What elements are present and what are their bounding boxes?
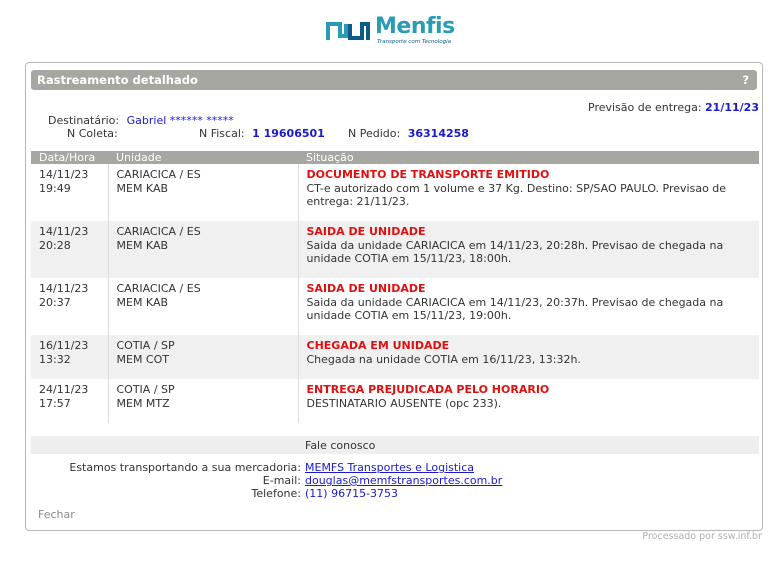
row-unit-city: CARIACICA / ES	[116, 282, 201, 295]
collect-label: N Coleta:	[67, 127, 118, 140]
processed-by-footer: Processado por ssw.inf.br	[642, 531, 762, 542]
column-header-datetime: Data/Hora	[31, 151, 108, 164]
recipient-label: Destinatário:	[48, 114, 120, 127]
row-date: 16/11/23	[39, 339, 89, 352]
carrier-link[interactable]: MEMFS Transportes e Logistica	[305, 461, 474, 474]
table-row: 14/11/23 20:28 CARIACICA / ES MEM KAB SA…	[31, 221, 759, 278]
datetime-cell: 24/11/23 17:57	[31, 379, 108, 423]
datetime-cell: 16/11/23 13:32	[31, 335, 108, 379]
row-status-detail: DESTINATARIO AUSENTE (opc 233).	[306, 396, 502, 410]
close-link[interactable]: Fechar	[38, 508, 75, 521]
row-status-detail: Saida da unidade CARIACICA em 14/11/23, …	[306, 238, 724, 266]
row-unit-code: MEM COT	[116, 352, 170, 366]
invoice-label: N Fiscal:	[199, 127, 245, 140]
datetime-cell: 14/11/23 20:28	[31, 221, 108, 278]
row-date: 24/11/23	[39, 383, 89, 396]
row-time: 20:37	[39, 295, 71, 309]
invoice-value: 1 19606501	[252, 127, 325, 140]
collect-row: N Coleta:	[67, 127, 118, 140]
row-status: SAIDA DE UNIDADE	[306, 225, 426, 238]
datetime-cell: 14/11/23 19:49	[31, 164, 108, 221]
contact-heading-band: Fale conosco	[31, 436, 759, 454]
row-date: 14/11/23	[39, 225, 89, 238]
row-date: 14/11/23	[39, 168, 89, 181]
row-time: 19:49	[39, 181, 71, 195]
column-header-unit: Unidade	[108, 151, 298, 164]
table-row: 24/11/23 17:57 COTIA / SP MEM MTZ ENTREG…	[31, 379, 759, 423]
unit-cell: CARIACICA / ES MEM KAB	[107, 221, 298, 278]
carrier-row: Estamos transportando a sua mercadoria: …	[31, 461, 759, 474]
row-status-detail: CT-e autorizado com 1 volume e 37 Kg. De…	[306, 181, 727, 209]
table-header-row: Data/Hora Unidade Situação	[31, 151, 759, 164]
status-cell: DOCUMENTO DE TRANSPORTE EMITIDO CT-e aut…	[297, 164, 759, 221]
status-cell: CHEGADA EM UNIDADE Chegada na unidade CO…	[297, 335, 759, 379]
row-status: DOCUMENTO DE TRANSPORTE EMITIDO	[306, 168, 550, 181]
status-cell: SAIDA DE UNIDADE Saida da unidade CARIAC…	[297, 278, 759, 335]
delivery-forecast-label: Previsão de entrega:	[588, 101, 702, 114]
table-row: 16/11/23 13:32 COTIA / SP MEM COT CHEGAD…	[31, 335, 759, 379]
unit-cell: CARIACICA / ES MEM KAB	[107, 278, 298, 335]
row-unit-code: MEM MTZ	[116, 396, 170, 410]
recipient-value: Gabriel ****** *****	[126, 114, 234, 127]
carrier-label: Estamos transportando a sua mercadoria:	[69, 461, 301, 474]
recipient-row: Destinatário: Gabriel ****** *****	[48, 114, 234, 127]
email-link[interactable]: douglas@memfstransportes.com.br	[305, 474, 502, 487]
email-label: E-mail:	[262, 474, 301, 487]
row-status: CHEGADA EM UNIDADE	[306, 339, 450, 352]
unit-cell: COTIA / SP MEM COT	[107, 335, 298, 379]
order-value: 36314258	[407, 127, 469, 140]
unit-cell: CARIACICA / ES MEM KAB	[107, 164, 298, 221]
unit-cell: COTIA / SP MEM MTZ	[107, 379, 298, 423]
phone-label: Telefone:	[251, 487, 302, 500]
menfis-logo-icon	[326, 22, 370, 40]
logo-tagline: Transporte com Tecnologia	[377, 39, 452, 45]
delivery-forecast: Previsão de entrega: 21/11/23	[588, 101, 759, 114]
row-unit-code: MEM KAB	[116, 295, 169, 309]
tracking-panel: Rastreamento detalhado ? Previsão de ent…	[25, 62, 763, 531]
contact-heading: Fale conosco	[305, 439, 376, 452]
row-unit-code: MEM KAB	[116, 238, 169, 252]
panel-header: Rastreamento detalhado ?	[31, 70, 757, 90]
row-time: 13:32	[39, 352, 71, 366]
row-date: 14/11/23	[39, 282, 89, 295]
row-time: 17:57	[39, 396, 71, 410]
logo-wordmark: Menfis	[375, 14, 455, 39]
row-unit-city: CARIACICA / ES	[116, 225, 201, 238]
company-logo: Menfis Transporte com Tecnologia	[325, 14, 465, 49]
column-header-status: Situação	[298, 151, 759, 164]
status-cell: SAIDA DE UNIDADE Saida da unidade CARIAC…	[297, 221, 759, 278]
status-cell: ENTREGA PREJUDICADA PELO HORARIO DESTINA…	[297, 379, 759, 423]
phone-row: Telefone: (11) 96715-3753	[31, 487, 759, 500]
table-row: 14/11/23 20:37 CARIACICA / ES MEM KAB SA…	[31, 278, 759, 335]
datetime-cell: 14/11/23 20:37	[31, 278, 108, 335]
row-unit-city: CARIACICA / ES	[116, 168, 201, 181]
row-status: ENTREGA PREJUDICADA PELO HORARIO	[306, 383, 550, 396]
panel-title: Rastreamento detalhado	[37, 73, 198, 87]
delivery-forecast-value: 21/11/23	[705, 101, 759, 114]
order-row: N Pedido: 36314258	[348, 127, 469, 140]
row-status: SAIDA DE UNIDADE	[306, 282, 426, 295]
row-unit-code: MEM KAB	[116, 181, 169, 195]
row-status-detail: Saida da unidade CARIACICA em 14/11/23, …	[306, 295, 724, 323]
invoice-row: N Fiscal: 1 19606501	[199, 127, 325, 140]
help-button[interactable]: ?	[742, 73, 749, 87]
table-row: 14/11/23 19:49 CARIACICA / ES MEM KAB DO…	[31, 164, 759, 221]
tracking-table: Data/Hora Unidade Situação 14/11/23 19:4…	[31, 151, 759, 423]
email-row: E-mail: douglas@memfstransportes.com.br	[31, 474, 759, 487]
row-unit-city: COTIA / SP	[116, 339, 175, 352]
phone-value: (11) 96715-3753	[305, 487, 399, 500]
order-label: N Pedido:	[348, 127, 401, 140]
row-time: 20:28	[39, 238, 71, 252]
row-status-detail: Chegada na unidade COTIA em 16/11/23, 13…	[306, 352, 581, 366]
row-unit-city: COTIA / SP	[116, 383, 175, 396]
